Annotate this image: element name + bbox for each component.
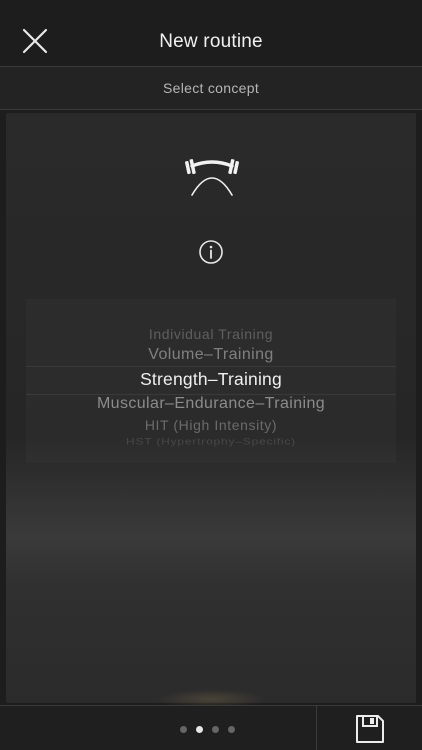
header: New routine <box>0 0 422 67</box>
picker-selection-line-top <box>26 366 396 367</box>
picker-option-selected[interactable]: Strength–Training <box>26 369 396 390</box>
concept-card: Individual Training Volume–Training Stre… <box>6 113 416 709</box>
page-title: New routine <box>159 31 263 52</box>
new-routine-screen: New routine Select concept Individual Tr… <box>0 0 422 750</box>
concept-picker[interactable]: Individual Training Volume–Training Stre… <box>26 299 396 463</box>
barbell-icon <box>184 159 240 196</box>
page-dot[interactable] <box>212 726 219 733</box>
close-icon <box>22 28 48 54</box>
picker-option[interactable]: HST (Hypertrophy–Specific) <box>26 436 396 447</box>
picker-option[interactable]: HIT (High Intensity) <box>26 417 396 433</box>
bottom-bar <box>0 705 422 750</box>
save-button[interactable] <box>316 706 422 750</box>
info-button[interactable] <box>198 239 224 265</box>
info-icon <box>199 240 223 264</box>
subheader: Select concept <box>0 67 422 110</box>
picker-option[interactable]: Individual Training <box>26 326 396 342</box>
picker-option[interactable]: Muscular–Endurance–Training <box>26 395 396 413</box>
subheader-label: Select concept <box>162 80 260 96</box>
page-dot-active[interactable] <box>196 726 203 733</box>
page-indicator[interactable] <box>180 726 235 734</box>
page-dot[interactable] <box>228 726 235 733</box>
page-dot[interactable] <box>180 726 187 733</box>
picker-option[interactable]: Volume–Training <box>26 346 396 364</box>
save-icon <box>356 714 384 743</box>
close-button[interactable] <box>14 20 56 62</box>
